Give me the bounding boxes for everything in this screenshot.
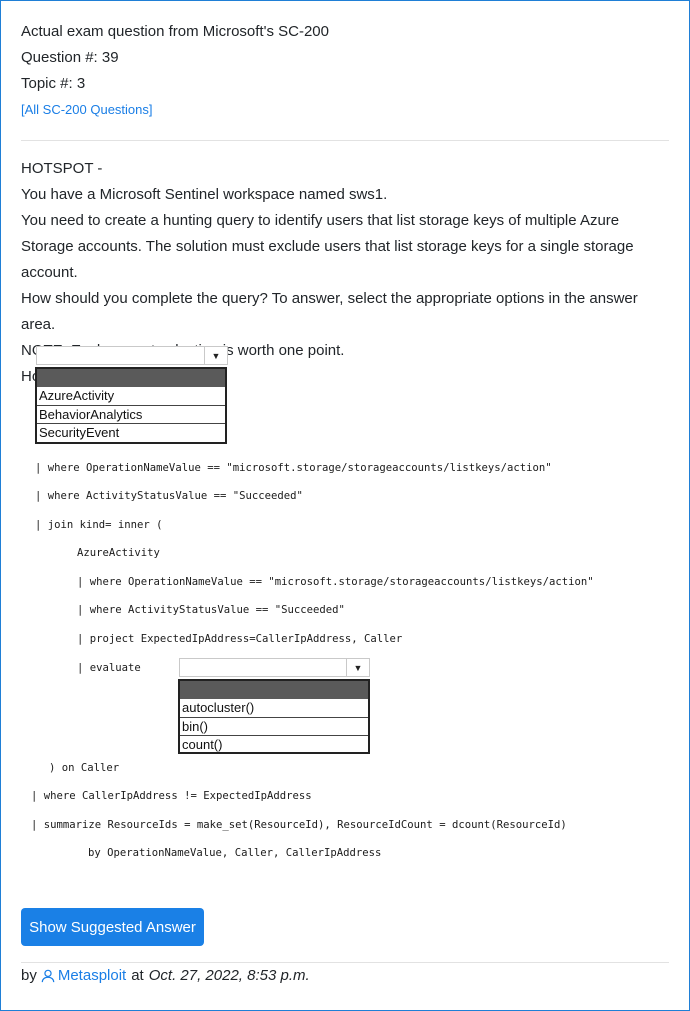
question-text-1: You have a Microsoft Sentinel workspace …	[21, 186, 388, 203]
options-header	[37, 369, 225, 387]
code-line: by OperationNameValue, Caller, CallerIpA…	[88, 847, 382, 859]
table-options-list: AzureActivity BehaviorAnalytics Security…	[35, 367, 227, 444]
author-name[interactable]: Metasploit	[58, 967, 126, 984]
code-line: AzureActivity	[77, 547, 160, 559]
evaluate-options-list: autocluster() bin() count()	[178, 679, 370, 754]
code-line: ) on Caller	[49, 762, 120, 774]
at-label: at	[131, 967, 144, 984]
divider	[21, 962, 669, 963]
code-line: | where ActivityStatusValue == "Succeede…	[77, 604, 345, 616]
question-card: Actual exam question from Microsoft's SC…	[0, 0, 690, 1011]
by-label: by	[21, 967, 37, 984]
code-line: | join kind= inner (	[35, 519, 163, 531]
question-type: HOTSPOT -	[21, 160, 103, 177]
option-autocluster[interactable]: autocluster()	[180, 699, 368, 717]
options-header	[180, 681, 368, 699]
code-line: | where OperationNameValue == "microsoft…	[77, 576, 594, 588]
table-dropdown[interactable]: ▼	[36, 346, 228, 365]
question-meta: Actual exam question from Microsoft's SC…	[21, 19, 329, 123]
chevron-down-icon[interactable]: ▼	[346, 659, 369, 676]
chevron-down-icon[interactable]: ▼	[204, 347, 227, 364]
code-line: | where OperationNameValue == "microsoft…	[35, 462, 552, 474]
code-line: | evaluate	[77, 662, 141, 674]
code-line: | project ExpectedIpAddress=CallerIpAddr…	[77, 633, 403, 645]
option-securityevent[interactable]: SecurityEvent	[37, 423, 225, 441]
author-line: by Metasploit at Oct. 27, 2022, 8:53 p.m…	[21, 967, 310, 984]
all-questions-link[interactable]: [All SC-200 Questions]	[21, 97, 329, 123]
option-behavioranalytics[interactable]: BehaviorAnalytics	[37, 405, 225, 423]
code-line: | where CallerIpAddress != ExpectedIpAdd…	[31, 790, 312, 802]
question-text-2: You need to create a hunting query to id…	[21, 212, 634, 281]
post-date: Oct. 27, 2022, 8:53 p.m.	[148, 967, 310, 984]
option-count[interactable]: count()	[180, 735, 368, 753]
question-number: Question #: 39	[21, 49, 119, 66]
divider	[21, 140, 669, 141]
exam-title: Actual exam question from Microsoft's SC…	[21, 23, 329, 40]
question-text-3: How should you complete the query? To an…	[21, 290, 638, 333]
code-line: | summarize ResourceIds = make_set(Resou…	[31, 819, 567, 831]
user-icon	[41, 969, 55, 982]
author-link[interactable]: Metasploit	[41, 967, 126, 984]
show-suggested-answer-button[interactable]: Show Suggested Answer	[21, 908, 204, 946]
option-azureactivity[interactable]: AzureActivity	[37, 387, 225, 405]
evaluate-dropdown[interactable]: ▼	[179, 658, 370, 677]
topic-number: Topic #: 3	[21, 75, 86, 92]
option-bin[interactable]: bin()	[180, 717, 368, 735]
code-line: | where ActivityStatusValue == "Succeede…	[35, 490, 303, 502]
